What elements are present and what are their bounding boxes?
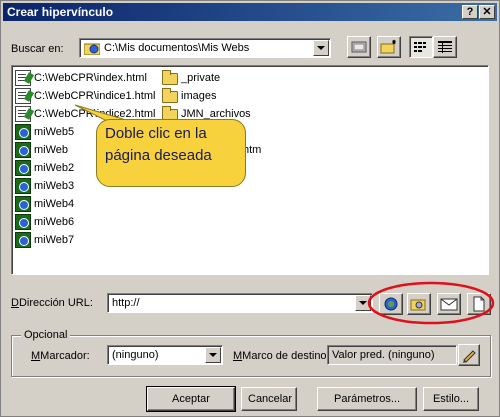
- html-file-icon: [15, 70, 31, 86]
- highlight-ring: [367, 281, 495, 325]
- list-item[interactable]: miWeb3: [15, 177, 74, 195]
- list-item[interactable]: C:\WebCPR\index.html: [15, 69, 147, 87]
- list-item[interactable]: miWeb6: [15, 213, 74, 231]
- pencil-icon: [463, 350, 476, 363]
- chevron-down-icon[interactable]: [313, 40, 329, 56]
- list-item[interactable]: images: [162, 87, 216, 105]
- folder-icon: [162, 88, 178, 103]
- lookin-value: C:\Mis documentos\Mis Webs: [104, 42, 250, 54]
- lookin-combo[interactable]: C:\Mis documentos\Mis Webs: [79, 38, 331, 58]
- details-view-button[interactable]: [433, 36, 457, 58]
- bookmark-value: (ninguno): [112, 349, 159, 361]
- title-bar: Crear hipervínculo ? ✕: [3, 3, 497, 21]
- web-project-icon: [15, 214, 31, 230]
- callout-line-1: Doble clic en la: [105, 125, 207, 142]
- url-combo[interactable]: http://: [107, 293, 373, 313]
- style-button[interactable]: Estilo...: [423, 387, 479, 411]
- url-value: http://: [112, 297, 140, 309]
- web-folder-icon: [83, 41, 101, 56]
- list-item[interactable]: miWeb5: [15, 123, 74, 141]
- file-list[interactable]: C:\WebCPR\index.html C:\WebCPR\indice1.h…: [11, 65, 489, 275]
- web-project-icon: [15, 124, 31, 140]
- details-view-icon: [438, 41, 452, 53]
- list-view-button[interactable]: [409, 36, 433, 58]
- optional-legend: Opcional: [21, 329, 71, 341]
- list-view-icon: [414, 42, 426, 52]
- web-project-icon: [15, 160, 31, 176]
- list-item[interactable]: miWeb: [15, 141, 68, 159]
- callout-line-2: página deseada: [105, 147, 212, 164]
- html-file-icon: [15, 88, 31, 104]
- web-project-icon: [15, 196, 31, 212]
- html-file-icon: [15, 106, 31, 122]
- create-hyperlink-dialog: Crear hipervínculo ? ✕ Buscar en: C:\Mis…: [0, 0, 500, 417]
- edit-target-frame-button[interactable]: [458, 344, 480, 366]
- target-frame-label: MMarco de destino:: [233, 350, 330, 362]
- list-item[interactable]: miWeb7: [15, 231, 74, 249]
- url-label: DDirección URL:: [11, 297, 93, 309]
- help-button[interactable]: ?: [462, 5, 478, 19]
- new-folder-icon: [380, 39, 396, 54]
- web-project-icon: [15, 178, 31, 194]
- new-folder-button[interactable]: [377, 36, 401, 58]
- close-button[interactable]: ✕: [479, 5, 495, 19]
- target-frame-value: Valor pred. (ninguno): [332, 349, 435, 361]
- folder-icon: [162, 70, 178, 85]
- up-one-level-button[interactable]: [347, 36, 371, 58]
- target-frame-field: Valor pred. (ninguno): [327, 345, 457, 365]
- list-item[interactable]: miWeb2: [15, 159, 74, 177]
- lookin-label: Buscar en:: [11, 43, 64, 55]
- web-project-icon: [15, 142, 31, 158]
- chevron-down-icon[interactable]: [205, 347, 221, 363]
- bookmark-label: MMarcador:: [31, 350, 90, 362]
- parameters-button[interactable]: Parámetros...: [317, 387, 417, 411]
- web-project-icon: [15, 232, 31, 248]
- cancel-button[interactable]: Cancelar: [241, 387, 297, 411]
- tip-callout: Doble clic en la página deseada: [96, 119, 246, 187]
- dialog-title: Crear hipervínculo: [7, 5, 114, 19]
- ok-button[interactable]: Aceptar: [146, 386, 236, 412]
- list-item[interactable]: _private: [162, 69, 220, 87]
- bookmark-combo[interactable]: (ninguno): [107, 345, 223, 365]
- folder-up-icon: [351, 41, 367, 53]
- list-item[interactable]: miWeb4: [15, 195, 74, 213]
